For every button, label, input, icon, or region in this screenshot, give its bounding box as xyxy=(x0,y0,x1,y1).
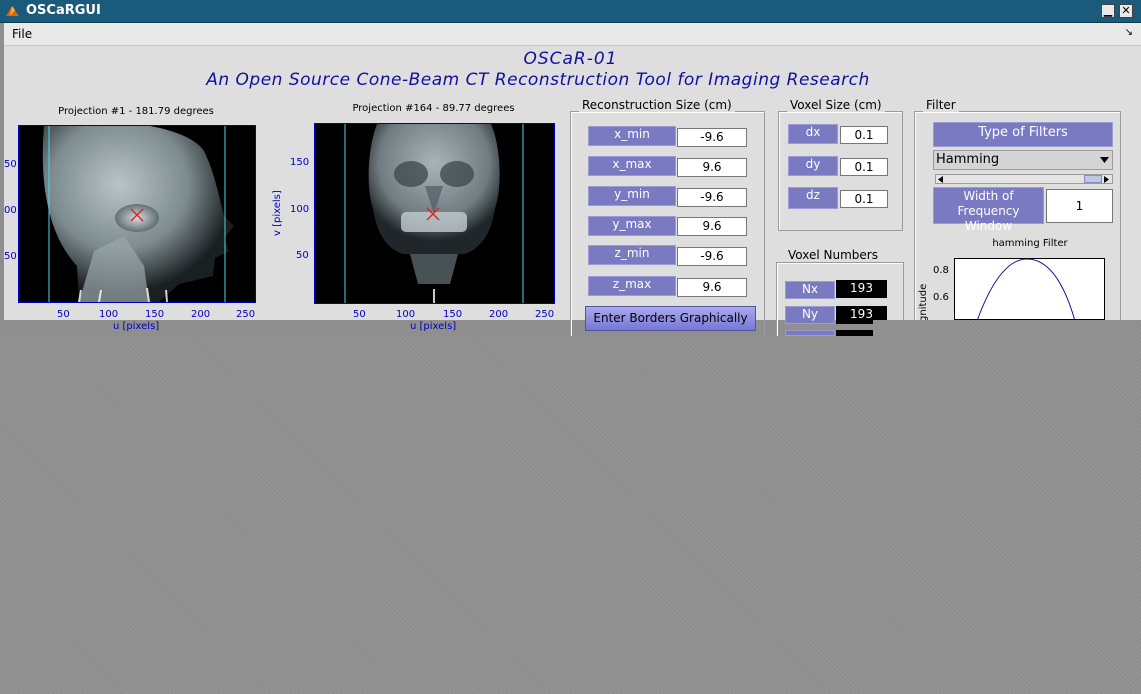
enter-borders-button[interactable]: Enter Borders Graphically xyxy=(585,306,756,331)
projection1-axes[interactable] xyxy=(18,125,256,303)
window-width-label: Width of Frequency Window xyxy=(933,187,1044,233)
z-max-label: z_max xyxy=(588,276,676,296)
plot1-xtick: 100 xyxy=(99,309,119,320)
filter-type-select[interactable]: Hamming xyxy=(933,150,1113,170)
plot2-ytick: 100 xyxy=(290,204,310,215)
resize-corner-icon: ↘ xyxy=(1124,27,1133,38)
nx-label: Nx xyxy=(785,281,835,299)
plot2-xtick: 200 xyxy=(489,309,509,320)
filter-ytick: 0.8 xyxy=(933,265,949,276)
occluded-region xyxy=(0,336,1141,694)
x-max-label: x_max xyxy=(588,156,676,176)
recon-size-title: Reconstruction Size (cm) xyxy=(579,98,735,112)
occluded-region xyxy=(873,320,1141,336)
voxel-size-title: Voxel Size (cm) xyxy=(787,98,885,112)
plot1-xtick: 200 xyxy=(191,309,211,320)
filter-curve xyxy=(977,259,1075,319)
scroll-right-icon[interactable] xyxy=(1104,176,1110,183)
y-max-label: y_max xyxy=(588,216,676,236)
filter-scrollbar[interactable] xyxy=(935,174,1113,184)
chevron-down-icon xyxy=(1100,157,1109,163)
plot1-xtick: 50 xyxy=(57,309,70,320)
y-min-input[interactable]: -9.6 xyxy=(677,188,747,207)
plot2-ylabel: v [pixels] xyxy=(272,190,283,236)
filter-plot-axes[interactable] xyxy=(954,258,1105,320)
ny-label: Ny xyxy=(785,306,835,324)
projection2-axes[interactable] xyxy=(314,123,555,304)
x-min-input[interactable]: -9.6 xyxy=(677,128,747,147)
plot2-ytick: 50 xyxy=(296,250,309,261)
z-max-input[interactable]: 9.6 xyxy=(677,278,747,297)
plot2-ytick: 150 xyxy=(290,157,310,168)
plot1-xtick: 250 xyxy=(236,309,256,320)
close-button[interactable]: ✕ xyxy=(1119,4,1133,18)
filter-title: Filter xyxy=(923,98,959,112)
dx-input[interactable]: 0.1 xyxy=(840,126,888,144)
window-width-input[interactable]: 1 xyxy=(1046,189,1113,223)
y-max-input[interactable]: 9.6 xyxy=(677,217,747,236)
plot1-ytick: 00 xyxy=(4,205,17,216)
voxel-numbers-title: Voxel Numbers xyxy=(785,248,881,262)
x-min-label: x_min xyxy=(588,126,676,146)
filter-type-value: Hamming xyxy=(936,152,1000,167)
dz-input[interactable]: 0.1 xyxy=(840,190,888,208)
dz-label: dz xyxy=(788,187,838,209)
app-heading: OSCaR-01 xyxy=(523,49,618,69)
filter-ytick: 0.6 xyxy=(933,292,949,303)
title-bar: OSCaRGUI ▁ ✕ xyxy=(0,0,1141,23)
plot1-xtick: 150 xyxy=(145,309,165,320)
dx-label: dx xyxy=(788,124,838,144)
xray-lateral-image xyxy=(42,126,234,302)
scroll-left-icon[interactable] xyxy=(938,176,944,183)
plot2-xtick: 100 xyxy=(396,309,416,320)
plot1-xlabel: u [pixels] xyxy=(113,321,160,332)
matlab-icon xyxy=(6,6,19,16)
nx-value: 193 xyxy=(836,280,887,298)
scroll-thumb[interactable] xyxy=(1084,175,1102,183)
plot1-title: Projection #1 - 181.79 degrees xyxy=(58,106,214,117)
y-min-label: y_min xyxy=(588,186,676,206)
window-title: OSCaRGUI xyxy=(26,3,101,18)
dy-input[interactable]: 0.1 xyxy=(840,158,888,176)
filter-plot-title: hamming Filter xyxy=(992,238,1068,249)
minimize-button[interactable]: ▁ xyxy=(1101,4,1115,18)
plot2-xtick: 250 xyxy=(535,309,555,320)
plot2-xtick: 50 xyxy=(353,309,366,320)
plot2-title: Projection #164 - 89.77 degrees xyxy=(352,103,515,114)
z-min-input[interactable]: -9.6 xyxy=(677,247,747,266)
menu-file[interactable]: File xyxy=(12,27,32,41)
plot1-ytick: 50 xyxy=(4,251,17,262)
app-subheading: An Open Source Cone-Beam CT Reconstructi… xyxy=(206,70,870,90)
plot2-xlabel: u [pixels] xyxy=(410,321,457,332)
z-min-label: z_min xyxy=(588,245,676,265)
filter-type-label: Type of Filters xyxy=(933,122,1113,147)
menu-bar: File ↘ xyxy=(4,23,1141,46)
x-max-input[interactable]: 9.6 xyxy=(677,158,747,177)
xray-frontal-image xyxy=(344,124,524,303)
filter-ylabel: gnitude xyxy=(918,283,929,322)
dy-label: dy xyxy=(788,156,838,176)
plot1-ytick: 50 xyxy=(4,159,17,170)
plot2-xtick: 150 xyxy=(443,309,463,320)
